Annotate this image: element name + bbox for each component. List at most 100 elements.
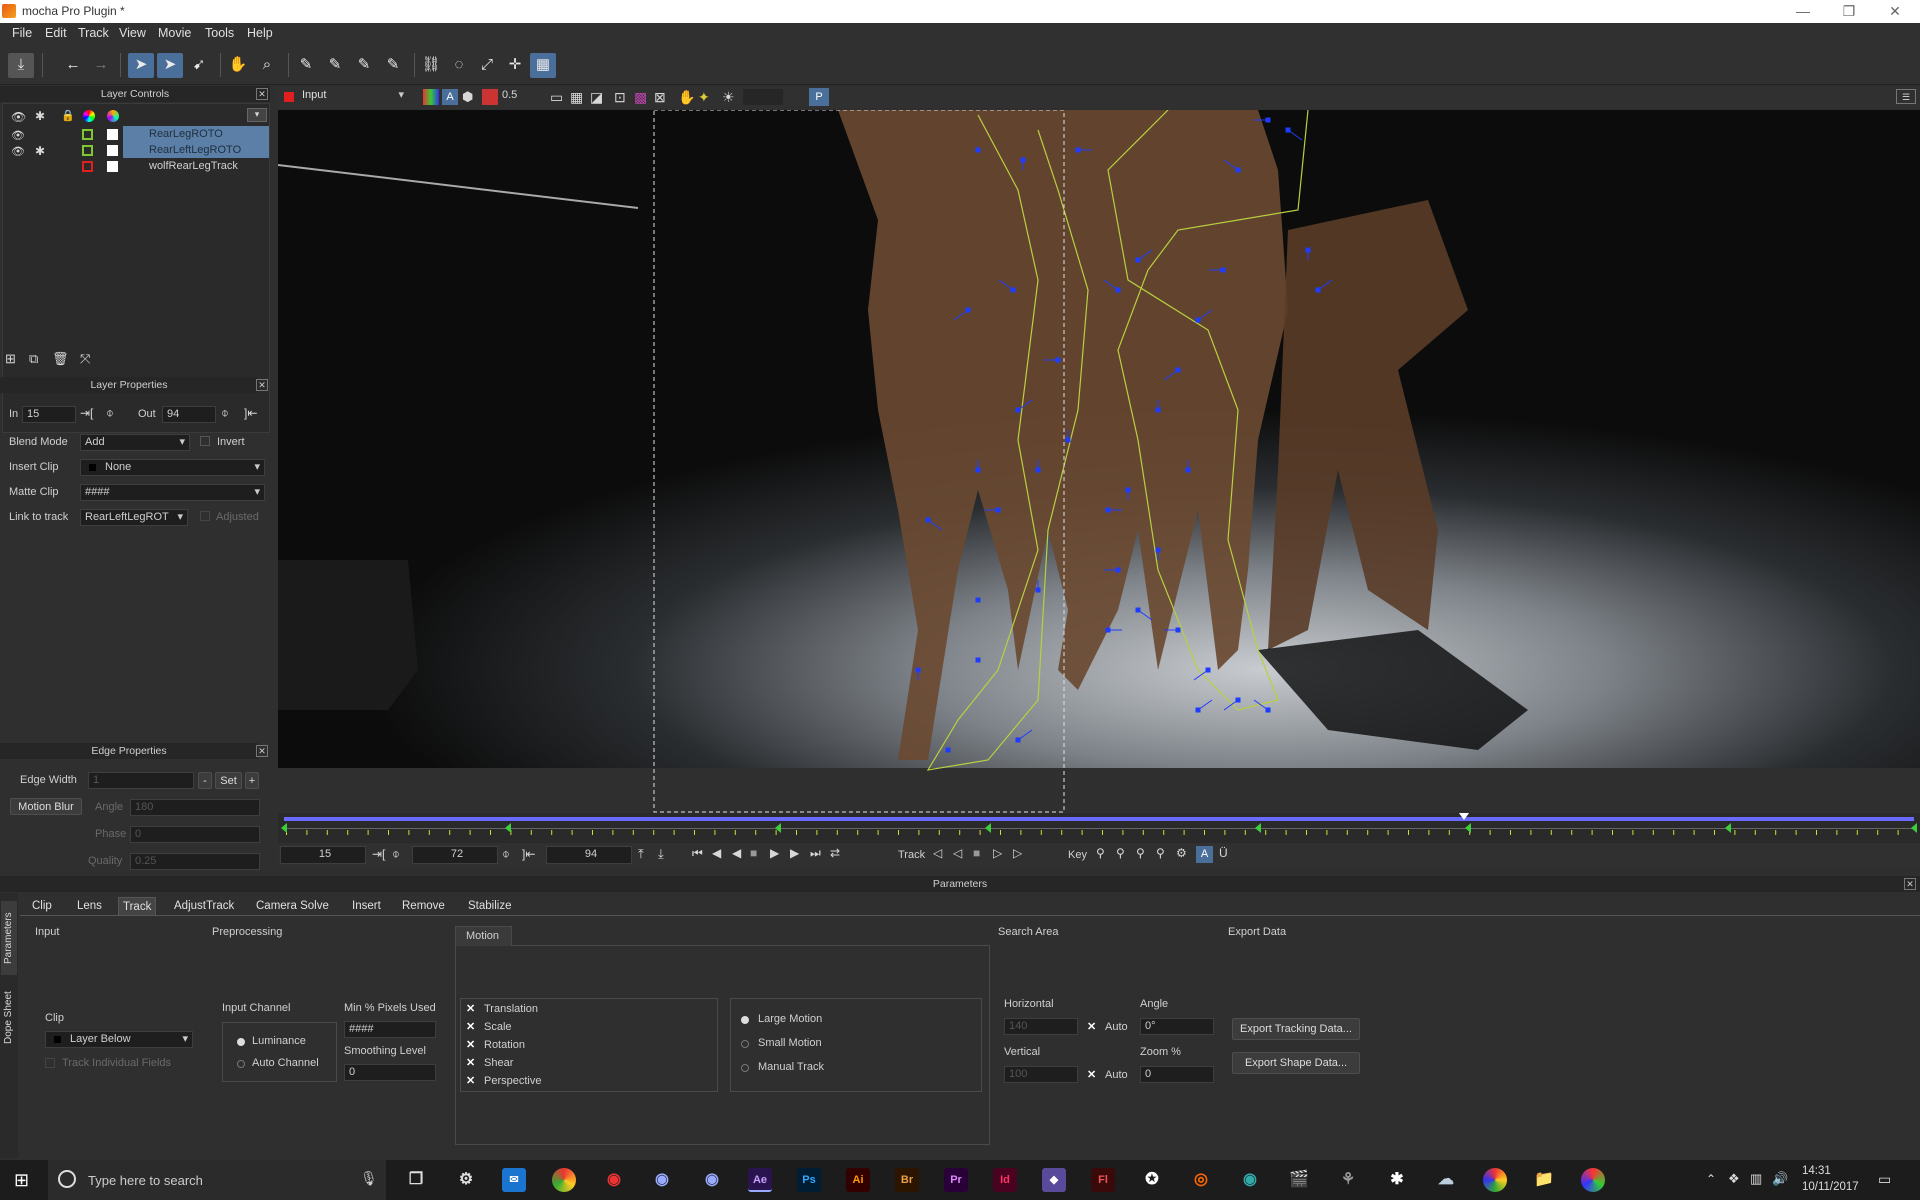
current-frame-field[interactable]: 72: [412, 846, 498, 864]
track-view-icon[interactable]: ✦: [698, 89, 710, 106]
select-b-tool-icon[interactable]: ➤: [157, 53, 183, 78]
show-hidden-icons[interactable]: ⌃: [1706, 1172, 1716, 1186]
add-xspline-icon[interactable]: ✎: [322, 53, 348, 78]
perspective-checkbox[interactable]: ✕: [466, 1076, 477, 1087]
viewer-menu-icon[interactable]: ☰: [1896, 89, 1916, 104]
step-forward-icon[interactable]: ▶: [790, 846, 799, 860]
export-tracking-data-button[interactable]: Export Tracking Data...: [1232, 1018, 1360, 1040]
close-edge-properties-icon[interactable]: ✕: [256, 745, 268, 757]
export-shape-data-button[interactable]: Export Shape Data...: [1232, 1052, 1360, 1074]
blur-phase-field[interactable]: 0: [130, 826, 260, 843]
zoom-tool-icon[interactable]: ⌕: [254, 53, 280, 78]
grid-icon[interactable]: ▩: [634, 89, 647, 106]
rgb-channel-icon[interactable]: [423, 89, 439, 105]
set-out-icon[interactable]: ]⇤: [244, 406, 257, 420]
translation-checkbox[interactable]: ✕: [466, 1004, 477, 1015]
app-icon[interactable]: ◉: [700, 1168, 724, 1192]
next-key-icon[interactable]: ⚲: [1156, 846, 1165, 860]
go-out-icon[interactable]: ⌽: [221, 405, 229, 421]
insert-clip-select[interactable]: None: [80, 459, 265, 476]
spline-tangent-handle[interactable]: [1017, 399, 1033, 411]
add-bezier-icon[interactable]: ✎: [380, 53, 406, 78]
file-explorer-icon[interactable]: 📁: [1532, 1168, 1556, 1192]
layer-color-swatch[interactable]: [82, 145, 93, 156]
spline-tangent-handle[interactable]: [1017, 729, 1033, 741]
edge-width-field[interactable]: 1: [88, 772, 194, 789]
microphone-icon[interactable]: 🎙: [360, 1170, 378, 1187]
spline-tangent-handle[interactable]: [1193, 669, 1209, 681]
davinci-icon[interactable]: [1581, 1168, 1605, 1192]
mail-icon[interactable]: ✉: [502, 1168, 526, 1192]
spline-control-point[interactable]: [975, 597, 981, 603]
spline-tangent-handle[interactable]: [1197, 699, 1213, 711]
edge-width-set-button[interactable]: Set: [215, 772, 242, 789]
dropbox-icon[interactable]: ❖: [1728, 1171, 1740, 1187]
prev-key-icon[interactable]: ⚲: [1096, 846, 1105, 860]
magnetic-shape-icon[interactable]: ◌: [446, 53, 472, 78]
scale-checkbox[interactable]: ✕: [466, 1022, 477, 1033]
keyframe-marker[interactable]: [1465, 823, 1471, 833]
task-view-icon[interactable]: ❐: [404, 1168, 428, 1192]
create-xspline-icon[interactable]: ✎: [293, 53, 319, 78]
close-parameters-icon[interactable]: ✕: [1904, 878, 1916, 890]
step-back-icon[interactable]: ◀: [712, 846, 721, 860]
restore-icon[interactable]: ❐: [1826, 0, 1872, 23]
layer-cog-icon[interactable]: ✱: [35, 144, 45, 158]
brightness-icon[interactable]: ☀: [722, 89, 735, 106]
stabilize-view-icon[interactable]: ⊡: [614, 89, 626, 106]
track-back-frame-icon[interactable]: ◁: [953, 846, 962, 860]
go-end-icon[interactable]: ⏭: [810, 846, 821, 861]
notifications-icon[interactable]: ▭: [1878, 1171, 1891, 1188]
app-icon[interactable]: ⚘: [1336, 1168, 1360, 1192]
spline-tangent-handle[interactable]: [1223, 159, 1239, 171]
redo-icon[interactable]: →: [88, 53, 114, 78]
houdini-icon[interactable]: ◎: [1189, 1168, 1213, 1192]
play-back-icon[interactable]: ◀: [732, 846, 741, 860]
app-icon[interactable]: ◆: [1042, 1168, 1066, 1192]
view-layer-icon[interactable]: ⬢: [462, 89, 473, 105]
menu-help[interactable]: Help: [247, 26, 273, 40]
transform-icon[interactable]: ⤢: [474, 53, 500, 78]
close-layer-controls-icon[interactable]: ✕: [256, 88, 268, 100]
layer-matte-swatch[interactable]: [107, 145, 118, 156]
auto-channel-radio[interactable]: [237, 1060, 245, 1068]
stop-icon[interactable]: ■: [750, 846, 757, 860]
keyframe-marker[interactable]: [1255, 823, 1261, 833]
tab-adjusttrack[interactable]: AdjustTrack: [170, 897, 238, 915]
volume-icon[interactable]: 🔊: [1772, 1171, 1788, 1187]
indesign-icon[interactable]: Id: [993, 1168, 1017, 1192]
track-forward-icon[interactable]: ▷: [1013, 846, 1022, 860]
app-icon[interactable]: ◉: [602, 1168, 626, 1192]
view-mode2-icon[interactable]: ▦: [570, 89, 583, 106]
overlay-icon[interactable]: ⊠: [654, 89, 666, 106]
spline-tangent-handle[interactable]: [1137, 609, 1153, 621]
vertical-field[interactable]: 100: [1004, 1066, 1078, 1083]
side-tab-parameters[interactable]: Parameters: [1, 901, 17, 975]
track-backward-icon[interactable]: ◁: [933, 846, 942, 860]
matte-clip-select[interactable]: ####: [80, 484, 265, 501]
tab-remove[interactable]: Remove: [398, 897, 449, 915]
go-out-icon[interactable]: ⌽: [502, 846, 510, 862]
menu-file[interactable]: File: [12, 26, 32, 40]
small-motion-radio[interactable]: [741, 1040, 749, 1048]
search-zoom-field[interactable]: 0: [1140, 1066, 1214, 1083]
keyframe-marker[interactable]: [505, 823, 511, 833]
layer-name[interactable]: RearLegROTO: [149, 128, 223, 140]
pan-view-icon[interactable]: ✋: [678, 89, 695, 106]
layer-menu-icon[interactable]: ▾: [247, 108, 267, 122]
brightness-field[interactable]: [743, 89, 783, 105]
menu-movie[interactable]: Movie: [158, 26, 191, 40]
undo-icon[interactable]: ←: [60, 53, 86, 78]
track-forward-frame-icon[interactable]: ▷: [993, 846, 1002, 860]
add-key-icon[interactable]: ⚲: [1116, 846, 1125, 860]
min-pixels-field[interactable]: ####: [344, 1021, 436, 1038]
invert-checkbox[interactable]: [200, 436, 210, 446]
menu-view[interactable]: View: [119, 26, 146, 40]
keyframe-marker[interactable]: [985, 823, 991, 833]
windows-start-icon[interactable]: ⊞: [14, 1170, 29, 1191]
layer-color-swatch[interactable]: [82, 129, 93, 140]
bridge-icon[interactable]: Br: [895, 1168, 919, 1192]
spline-control-point[interactable]: [975, 147, 981, 153]
app-icon[interactable]: ◉: [650, 1168, 674, 1192]
edge-width-plus-button[interactable]: +: [245, 772, 259, 789]
